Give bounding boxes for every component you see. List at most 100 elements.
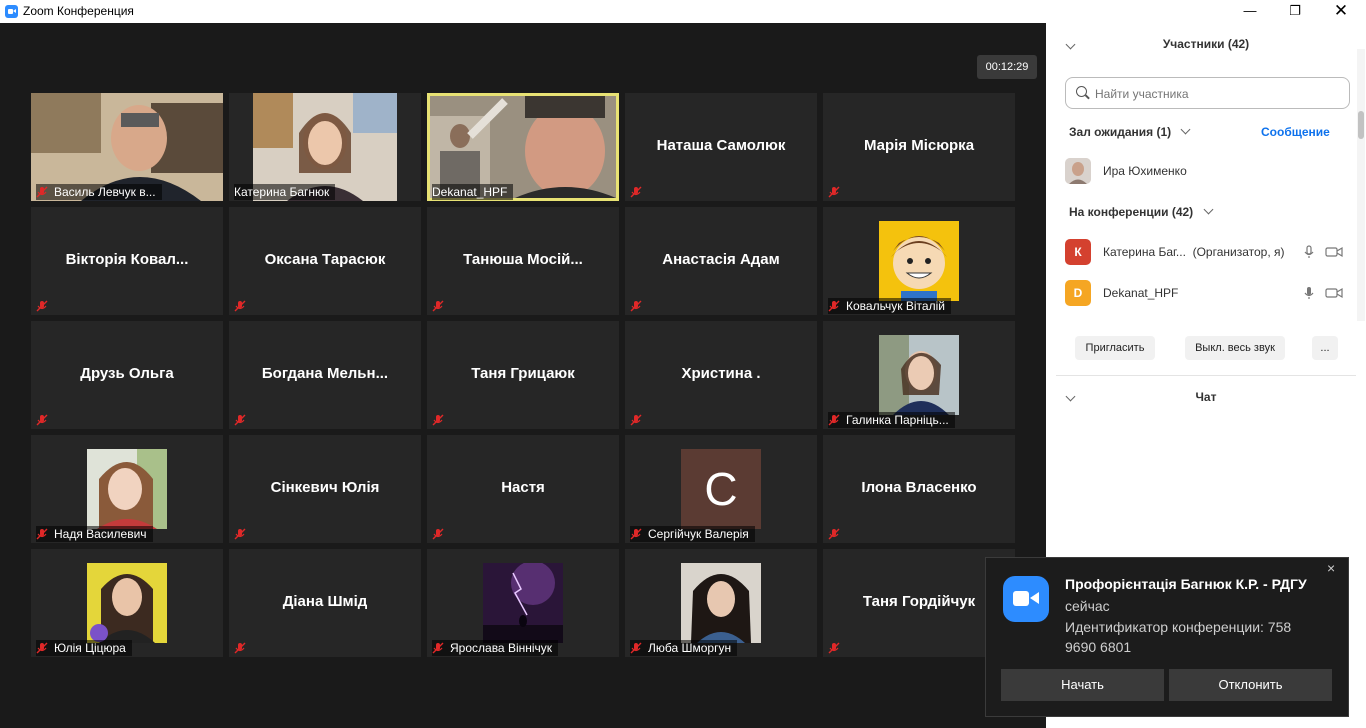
avatar — [1065, 158, 1091, 184]
zoom-app-icon — [5, 5, 18, 18]
video-tile[interactable]: Ярослава Віннічук — [427, 549, 619, 657]
chat-header: Чат — [1195, 390, 1217, 404]
video-tile-active-speaker[interactable]: Dekanat_HPF — [427, 93, 619, 201]
microphone-icon[interactable] — [1303, 245, 1315, 259]
muted-mic-icon — [630, 414, 642, 426]
profile-picture — [87, 563, 167, 643]
video-tile[interactable]: Сінкевич Юлія — [229, 435, 421, 543]
participant-name-label: Надя Василевич — [36, 526, 153, 542]
meeting-notification: Профорієнтація Багнюк К.Р. - РДГУ сейчас… — [985, 557, 1349, 717]
message-waiting-link[interactable]: Сообщение — [1261, 125, 1330, 139]
participant-video — [430, 96, 616, 198]
scrollbar-thumb[interactable] — [1358, 111, 1364, 139]
participant-name: Друзь Ольга — [80, 365, 174, 382]
muted-mic-icon — [432, 414, 444, 426]
video-tile[interactable]: Богдана Мельн... — [229, 321, 421, 429]
notification-title: Профорієнтація Багнюк К.Р. - РДГУ — [1065, 576, 1307, 592]
muted-mic-icon — [630, 642, 642, 654]
muted-mic-icon — [432, 642, 444, 654]
participant-name: Ілона Власенко — [861, 479, 977, 496]
participants-header: Участники (42) — [1162, 37, 1250, 51]
participant-row[interactable]: D Dekanat_HPF — [1065, 280, 1345, 306]
video-tile[interactable]: Христина . — [625, 321, 817, 429]
restore-button[interactable]: ❐ — [1272, 0, 1318, 23]
video-tile[interactable]: Марія Місюрка — [823, 93, 1015, 201]
video-tile[interactable]: Наташа Самолюк — [625, 93, 817, 201]
profile-picture — [483, 563, 563, 643]
meeting-id-line: 9690 6801 — [1065, 639, 1132, 655]
participant-search[interactable] — [1065, 77, 1350, 109]
participant-name-label: Люба Шморгун — [630, 640, 738, 656]
invite-button[interactable]: Пригласить — [1075, 336, 1155, 360]
participant-name: Dekanat_HPF — [1103, 286, 1179, 300]
divider — [1056, 375, 1356, 376]
mute-all-button[interactable]: Выкл. весь звук — [1185, 336, 1285, 360]
chevron-down-icon — [1181, 124, 1191, 135]
muted-mic-icon — [36, 642, 48, 654]
participant-name: Таня Грицаюк — [471, 365, 575, 382]
start-button[interactable]: Начать — [1001, 669, 1164, 701]
search-icon — [1076, 86, 1087, 97]
video-tile[interactable]: Настя — [427, 435, 619, 543]
participant-name: Діана Шмід — [282, 593, 368, 610]
video-tile[interactable]: Люба Шморгун — [625, 549, 817, 657]
participant-name-label: Ярослава Віннічук — [432, 640, 559, 656]
participant-name: Катерина Баг... — [1103, 245, 1186, 259]
video-tile[interactable]: Друзь Ольга — [31, 321, 223, 429]
participant-row[interactable]: К Катерина Баг... (Организатор, я) — [1065, 239, 1345, 265]
avatar-letter: C — [681, 449, 761, 529]
video-tile[interactable]: C Сергійчук Валерія — [625, 435, 817, 543]
video-gallery: 00:12:29 Василь Левчук в... Катерина Баг… — [0, 23, 1046, 728]
more-options-button[interactable]: ... — [1312, 336, 1338, 360]
video-tile[interactable]: Юлія Ціцюра — [31, 549, 223, 657]
video-tile[interactable]: Оксана Тарасюк — [229, 207, 421, 315]
participant-name-label: Dekanat_HPF — [432, 184, 514, 200]
participant-name-label: Юлія Ціцюра — [36, 640, 132, 656]
microphone-icon[interactable] — [1303, 286, 1315, 300]
muted-mic-icon — [828, 642, 840, 654]
video-tile[interactable]: Галинка Парніць... — [823, 321, 1015, 429]
muted-mic-icon — [36, 186, 48, 198]
participant-name: Марія Місюрка — [863, 137, 975, 154]
video-tile[interactable]: Надя Василевич — [31, 435, 223, 543]
muted-mic-icon — [828, 300, 840, 312]
video-tile[interactable]: Катерина Багнюк — [229, 93, 421, 201]
muted-mic-icon — [36, 414, 48, 426]
video-camera-icon[interactable] — [1325, 246, 1343, 258]
zoom-logo-icon — [1003, 576, 1049, 622]
decline-button[interactable]: Отклонить — [1169, 669, 1332, 701]
minimize-button[interactable]: — — [1227, 0, 1273, 23]
waiting-room-header[interactable]: Зал ожидания (1) — [1069, 124, 1191, 139]
video-tile[interactable]: Танюша Мосій... — [427, 207, 619, 315]
video-tile[interactable]: Василь Левчук в... — [31, 93, 223, 201]
profile-picture — [87, 449, 167, 529]
video-tile[interactable]: Анастасія Адам — [625, 207, 817, 315]
participant-name-label: Катерина Багнюк — [234, 184, 336, 200]
participant-name-label: Василь Левчук в... — [36, 184, 162, 200]
profile-picture — [879, 335, 959, 415]
muted-mic-icon — [234, 300, 246, 312]
title-bar: Zoom Конференция — ❐ ✕ — [0, 0, 1366, 23]
participant-name: Вікторія Ковал... — [65, 251, 189, 268]
meeting-timer: 00:12:29 — [977, 55, 1037, 79]
muted-mic-icon — [828, 414, 840, 426]
muted-mic-icon — [630, 186, 642, 198]
video-camera-icon[interactable] — [1325, 287, 1343, 299]
muted-mic-icon — [234, 414, 246, 426]
video-tile[interactable]: Ковальчук Віталій — [823, 207, 1015, 315]
notification-time: сейчас — [1065, 598, 1110, 614]
video-tile[interactable]: Діана Шмід — [229, 549, 421, 657]
close-icon[interactable]: × — [1327, 560, 1335, 576]
muted-mic-icon — [432, 528, 444, 540]
video-tile[interactable]: Вікторія Ковал... — [31, 207, 223, 315]
search-input[interactable] — [1093, 84, 1337, 104]
participant-name: Оксана Тарасюк — [264, 251, 386, 268]
video-tile[interactable]: Ілона Власенко — [823, 435, 1015, 543]
video-tile[interactable]: Таня Грицаюк — [427, 321, 619, 429]
participants-scrollbar[interactable] — [1357, 49, 1365, 321]
participant-name: Настя — [501, 479, 545, 496]
muted-mic-icon — [234, 528, 246, 540]
in-meeting-header[interactable]: На конференции (42) — [1069, 204, 1213, 219]
close-button[interactable]: ✕ — [1318, 0, 1364, 23]
participant-role: (Организатор, я) — [1192, 245, 1285, 259]
